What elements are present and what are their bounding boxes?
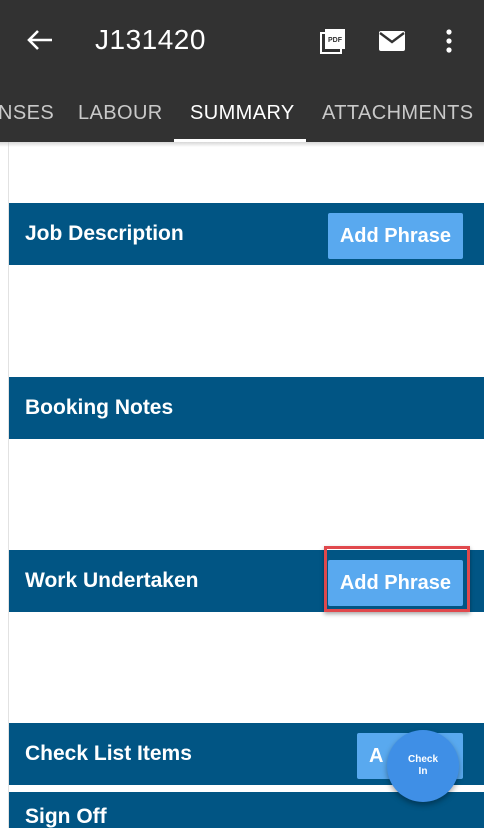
app-bar: J131420 PDF — [0, 0, 484, 86]
arrow-left-icon — [27, 30, 52, 50]
back-button[interactable] — [22, 22, 58, 58]
add-phrase-button-work-undertaken[interactable]: Add Phrase — [327, 560, 463, 606]
tab-labour[interactable]: LABOUR — [78, 86, 163, 142]
more-options-button[interactable] — [432, 24, 466, 58]
booking-notes-header: Booking Notes — [9, 377, 484, 439]
work-undertaken-header: Work Undertaken Add Phrase — [9, 550, 484, 612]
section-label: Booking Notes — [25, 396, 174, 419]
tab-shadow — [0, 142, 484, 147]
job-description-header: Job Description Add Phrase — [9, 203, 484, 265]
pdf-icon: PDF — [320, 29, 345, 54]
mail-icon — [379, 31, 405, 51]
check-in-fab[interactable]: Check In — [387, 730, 459, 802]
svg-text:PDF: PDF — [328, 37, 343, 44]
section-label: Job Description — [25, 222, 184, 245]
section-label: Work Undertaken — [25, 569, 199, 592]
pdf-button[interactable]: PDF — [316, 24, 350, 58]
more-vertical-icon — [446, 29, 452, 53]
tab-attachments[interactable]: ATTACHMENTS — [322, 86, 473, 142]
section-label: Sign Off — [25, 805, 107, 828]
fab-label-line1: Check — [407, 754, 438, 765]
page-title: J131420 — [95, 24, 206, 55]
tab-bar: NSES LABOUR SUMMARY ATTACHMENTS — [0, 86, 484, 142]
summary-content[interactable]: Job Description Add Phrase Booking Notes… — [8, 142, 484, 828]
tab-summary[interactable]: SUMMARY — [190, 86, 295, 142]
tab-expenses[interactable]: NSES — [0, 86, 54, 142]
fab-label-line2: In — [418, 766, 428, 777]
email-button[interactable] — [375, 24, 409, 58]
section-label: Check List Items — [25, 742, 192, 765]
add-phrase-button-job-description[interactable]: Add Phrase — [327, 213, 463, 259]
